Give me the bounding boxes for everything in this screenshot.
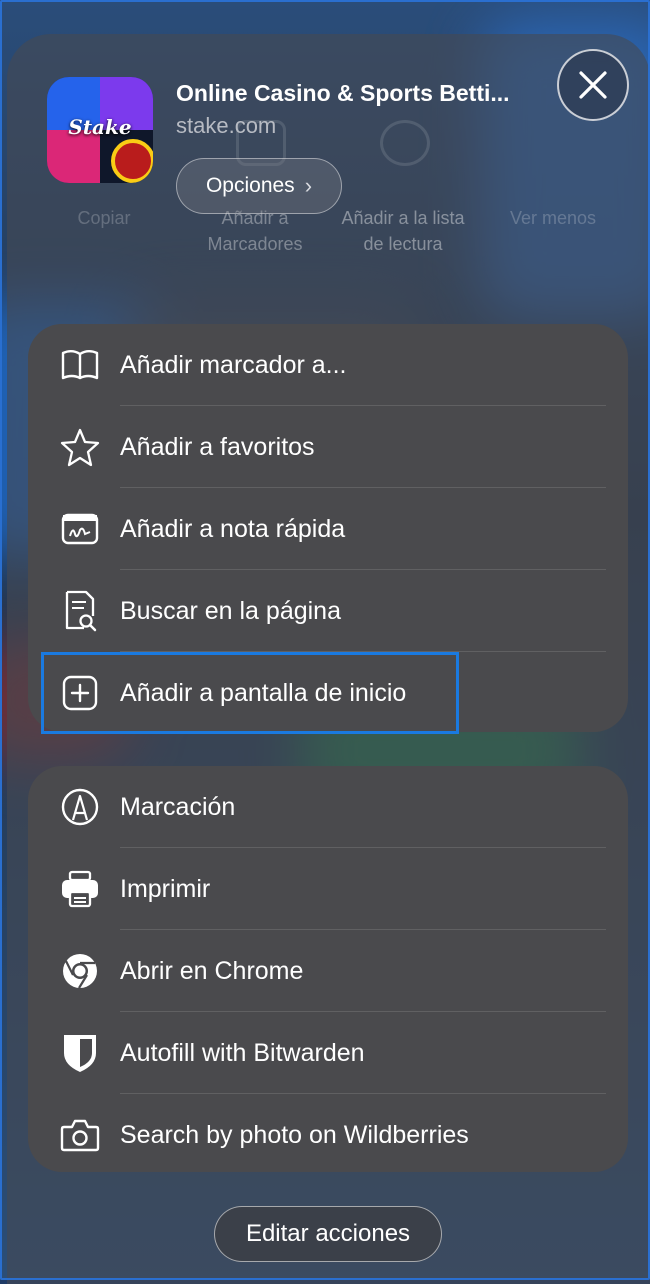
book-icon — [59, 344, 101, 386]
action-autofill-bitwarden[interactable]: Autofill with Bitwarden — [28, 1012, 628, 1094]
highlight-box — [41, 652, 459, 734]
bitwarden-shield-icon — [59, 1032, 101, 1074]
star-icon — [59, 426, 101, 468]
camera-icon — [59, 1114, 101, 1156]
action-label: Añadir marcador a... — [120, 350, 347, 379]
action-label: Abrir en Chrome — [120, 956, 304, 985]
action-markup[interactable]: Marcación — [28, 766, 628, 848]
action-search-by-photo-wildberries[interactable]: Search by photo on Wildberries — [28, 1094, 628, 1172]
app-icon-logo-text: Stake — [68, 115, 132, 139]
ghost-action-copy: Copiar — [77, 208, 131, 228]
action-label: Añadir a favoritos — [120, 432, 315, 461]
options-button[interactable]: Opciones › — [176, 158, 342, 214]
site-title: Online Casino & Sports Betti... — [176, 80, 510, 106]
printer-icon — [59, 868, 101, 910]
chrome-icon — [59, 950, 101, 992]
chevron-right-icon: › — [304, 173, 313, 198]
ghost-glasses-icon — [380, 120, 430, 166]
close-icon — [579, 71, 607, 99]
action-add-bookmark-to[interactable]: Añadir marcador a... — [28, 324, 628, 406]
action-label: Buscar en la página — [120, 596, 341, 625]
action-label: Search by photo on Wildberries — [120, 1120, 469, 1149]
find-in-page-icon — [59, 590, 101, 632]
action-open-in-chrome[interactable]: Abrir en Chrome — [28, 930, 628, 1012]
action-label: Marcación — [120, 792, 236, 821]
options-label: Opciones — [205, 174, 295, 197]
action-print[interactable]: Imprimir — [28, 848, 628, 930]
quick-note-icon — [59, 508, 101, 550]
action-find-in-page[interactable]: Buscar en la página — [28, 570, 628, 652]
site-domain: stake.com — [176, 113, 277, 138]
site-app-icon: Stake — [47, 77, 153, 183]
close-button[interactable] — [557, 49, 629, 121]
ghost-action-reading-list: Añadir a la lista de lectura — [341, 208, 465, 254]
action-label: Autofill with Bitwarden — [120, 1038, 365, 1067]
ghost-action-show-less: Ver menos — [509, 208, 597, 228]
edit-actions-button[interactable]: Editar acciones — [214, 1206, 442, 1262]
action-label: Añadir a nota rápida — [120, 514, 346, 543]
action-add-to-favorites[interactable]: Añadir a favoritos — [28, 406, 628, 488]
action-add-to-quick-note[interactable]: Añadir a nota rápida — [28, 488, 628, 570]
actions-group-secondary: Marcación Imprimir Abrir en Chrome Autof… — [28, 766, 628, 1172]
action-label: Imprimir — [120, 874, 211, 903]
markup-icon — [59, 786, 101, 828]
